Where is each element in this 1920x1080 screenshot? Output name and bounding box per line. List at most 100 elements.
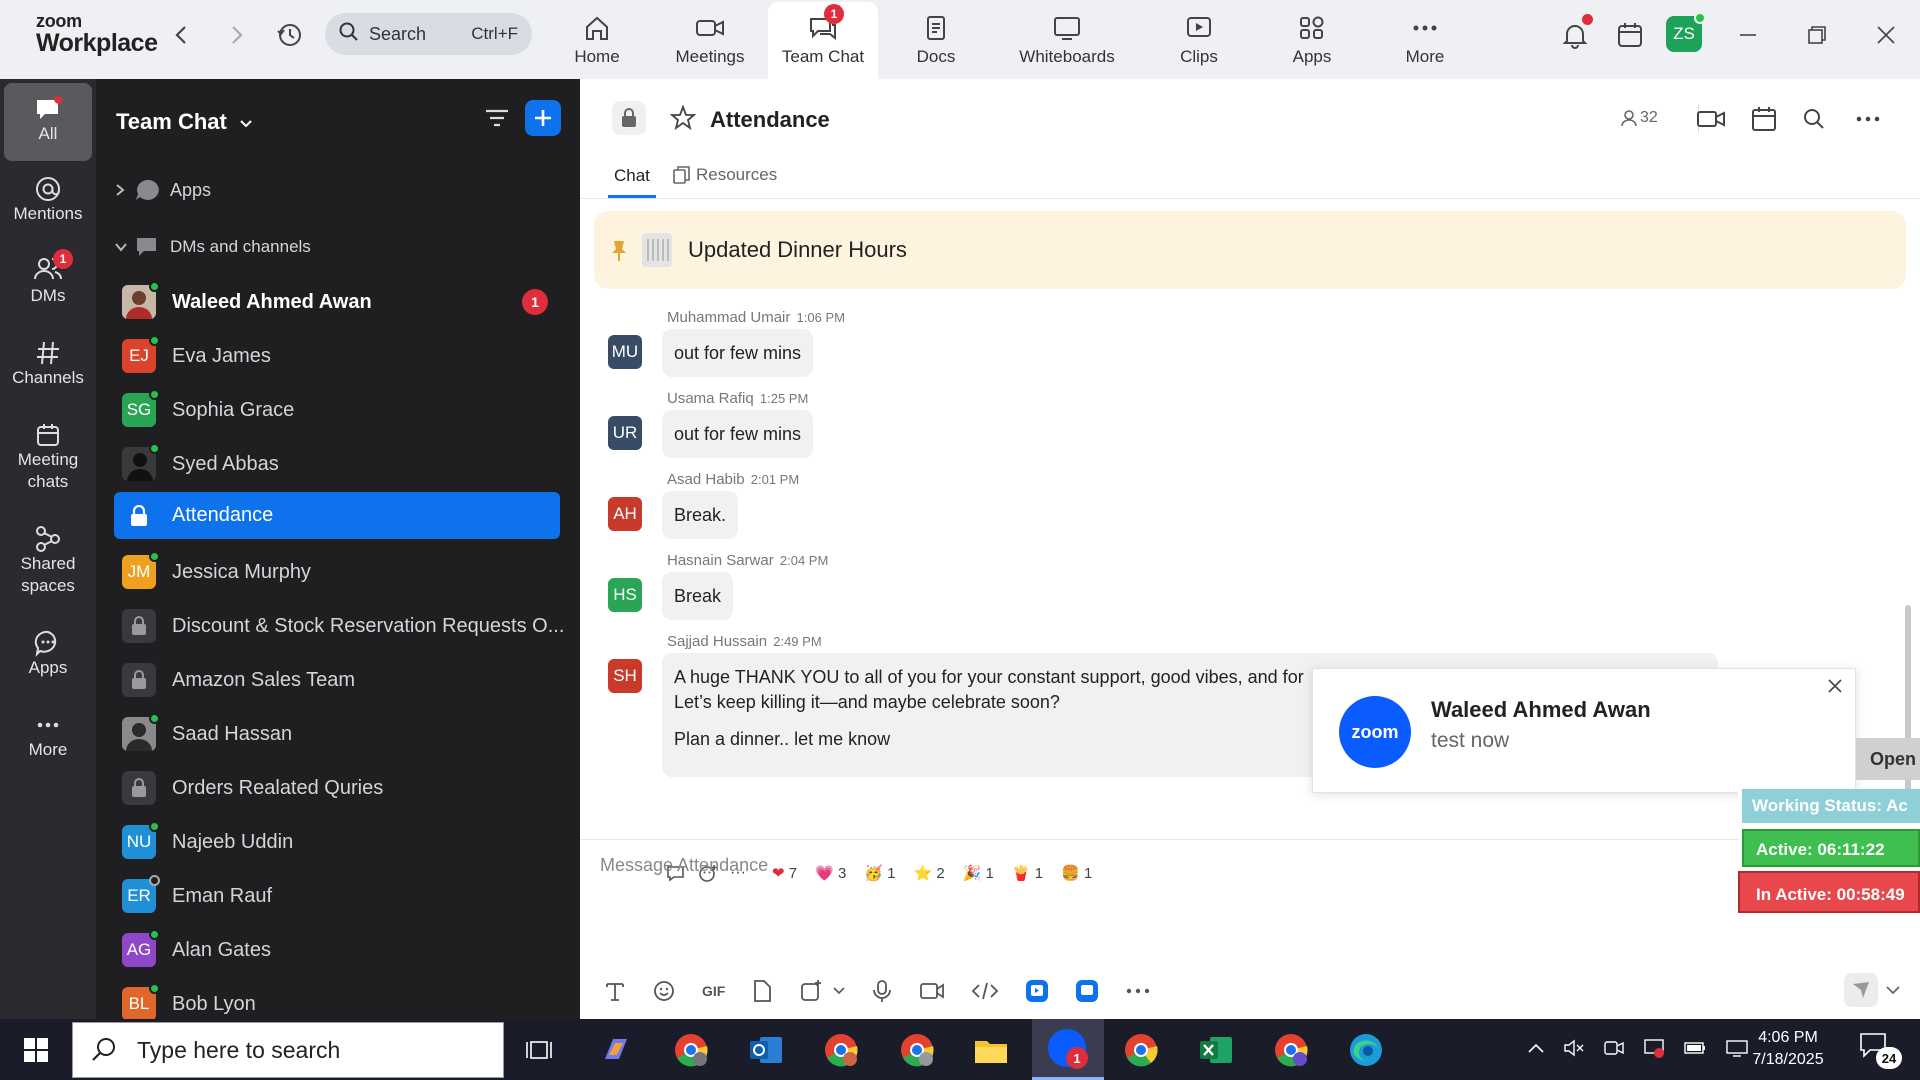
nav-home[interactable]: Home [542, 0, 652, 79]
nav-apps[interactable]: Apps [1257, 0, 1367, 79]
emoji-icon[interactable] [652, 979, 676, 1003]
sidebar-title[interactable]: Team Chat [116, 109, 253, 135]
copilot-icon[interactable] [595, 1029, 637, 1071]
conversation-item[interactable]: AG Alan Gates [114, 927, 560, 973]
search-channel-icon[interactable] [1802, 107, 1826, 136]
gif-icon[interactable]: GIF [702, 983, 725, 999]
rail-all[interactable]: All [4, 83, 92, 161]
taskbar-search-input[interactable]: Type here to search [72, 1022, 504, 1078]
tab-chat[interactable]: Chat [614, 166, 650, 186]
close-notification-icon[interactable] [1827, 678, 1843, 694]
message-bubble[interactable]: out for few mins [662, 329, 814, 377]
message-bubble[interactable]: out for few mins [662, 410, 814, 458]
volume-muted-icon[interactable] [1563, 1038, 1585, 1058]
calendar-top-icon[interactable] [1615, 20, 1645, 50]
nav-clips[interactable]: Clips [1144, 0, 1254, 79]
notification-toast[interactable]: zoom Waleed Ahmed Awan test now [1312, 668, 1856, 793]
conversation-item[interactable]: ER Eman Rauf [114, 873, 560, 919]
windows-start-icon[interactable] [15, 1029, 57, 1071]
message-bubble[interactable]: Break [662, 572, 734, 620]
conversation-item[interactable]: NU Najeeb Uddin [114, 819, 560, 865]
rail-meeting-chats[interactable]: Meeting chats [0, 421, 96, 493]
star-icon[interactable] [669, 104, 697, 136]
new-chat-button[interactable] [525, 100, 561, 136]
microphone-icon[interactable] [871, 979, 893, 1003]
conversation-item[interactable]: Saad Hassan [114, 711, 560, 757]
sender-name[interactable]: Hasnain Sarwar [667, 552, 774, 569]
display-alert-icon[interactable] [1643, 1037, 1665, 1059]
nav-meetings[interactable]: Meetings [655, 0, 765, 79]
battery-icon[interactable] [1683, 1039, 1707, 1057]
excel-icon[interactable] [1195, 1029, 1237, 1071]
sender-name[interactable]: Sajjad Hussain [667, 633, 767, 650]
channel-more-icon[interactable] [1854, 107, 1882, 136]
restore-icon[interactable] [1802, 20, 1832, 50]
nav-docs[interactable]: Docs [881, 0, 991, 79]
chrome-profile-icon[interactable] [670, 1029, 712, 1071]
conversation-item[interactable]: SG Sophia Grace [114, 387, 560, 433]
filter-icon[interactable] [484, 107, 510, 136]
sender-name[interactable]: Asad Habib [667, 471, 745, 488]
video-message-icon[interactable] [919, 980, 945, 1002]
attach-file-icon[interactable] [751, 979, 773, 1003]
bell-icon[interactable] [1560, 14, 1593, 50]
action-center-icon[interactable]: 24 [1858, 1031, 1902, 1071]
outlook-icon[interactable] [745, 1029, 787, 1071]
conversation-item[interactable]: Discount & Stock Reservation Requests O.… [114, 603, 564, 649]
video-call-icon[interactable] [1696, 107, 1726, 136]
task-view-icon[interactable] [518, 1029, 560, 1071]
scrollbar-thumb[interactable] [1905, 605, 1911, 815]
open-widget-button[interactable]: Open [1856, 738, 1920, 780]
zoom-taskbar-app[interactable]: 1 [1032, 1019, 1104, 1080]
format-text-icon[interactable] [604, 980, 626, 1002]
rail-apps[interactable]: Apps [0, 629, 96, 679]
search-input[interactable]: Search Ctrl+F [325, 13, 532, 55]
conversation-item[interactable]: EJ Eva James [114, 333, 560, 379]
channel-title[interactable]: Attendance [710, 107, 830, 133]
clips-app-icon[interactable] [1025, 979, 1049, 1003]
sender-name[interactable]: Muhammad Umair [667, 309, 790, 326]
message-input[interactable]: Message Attendance [600, 855, 1700, 945]
conversation-item[interactable]: Syed Abbas [114, 441, 560, 487]
chrome-profile-icon[interactable] [1270, 1029, 1312, 1071]
chat-app-icon[interactable] [1075, 979, 1099, 1003]
chrome-profile-icon[interactable] [820, 1029, 862, 1071]
minimize-icon[interactable] [1733, 20, 1763, 50]
edge-icon[interactable] [1345, 1029, 1387, 1071]
conversation-item-selected[interactable]: Attendance [114, 492, 560, 539]
file-explorer-icon[interactable] [970, 1029, 1012, 1071]
member-count-button[interactable]: 32 [1620, 109, 1658, 127]
user-avatar[interactable]: ZS [1666, 12, 1706, 52]
meet-now-icon[interactable] [1603, 1038, 1625, 1058]
screenshot-button[interactable] [799, 979, 845, 1003]
conversation-item[interactable]: JM Jessica Murphy [114, 549, 560, 595]
rail-dms[interactable]: 1 DMs [0, 249, 96, 307]
schedule-meeting-icon[interactable] [1750, 105, 1778, 138]
nav-team-chat[interactable]: Team Chat 1 [768, 2, 878, 79]
conversation-item[interactable]: Waleed Ahmed Awan 1 [114, 279, 560, 325]
chrome-icon[interactable] [1120, 1029, 1162, 1071]
close-icon[interactable] [1871, 20, 1901, 50]
sidebar-apps-section[interactable]: Apps [114, 167, 560, 213]
rail-mentions[interactable]: Mentions [0, 175, 96, 225]
send-button[interactable] [1844, 973, 1878, 1007]
more-dots-icon[interactable] [1125, 979, 1151, 1003]
history-icon[interactable] [275, 20, 305, 50]
conversation-item[interactable]: Orders Realated Quries [114, 765, 560, 811]
rail-shared-spaces[interactable]: Shared spaces [0, 525, 96, 597]
taskbar-clock[interactable]: 4:06 PM 7/18/2025 [1740, 1027, 1836, 1071]
chevron-up-icon[interactable] [1527, 1042, 1545, 1054]
pinned-message-banner[interactable]: Updated Dinner Hours [594, 211, 1906, 289]
conversation-item[interactable]: Amazon Sales Team [114, 657, 560, 703]
chevron-down-icon[interactable] [1886, 985, 1900, 995]
code-snippet-icon[interactable] [971, 980, 999, 1002]
forward-arrow-icon[interactable] [222, 20, 252, 50]
sidebar-dms-channels-section[interactable]: DMs and channels [114, 224, 560, 270]
back-arrow-icon[interactable] [166, 20, 196, 50]
rail-more[interactable]: More [0, 711, 96, 761]
nav-whiteboards[interactable]: Whiteboards [1012, 0, 1122, 79]
nav-more[interactable]: More [1370, 0, 1480, 79]
sender-name[interactable]: Usama Rafiq [667, 390, 754, 407]
rail-channels[interactable]: Channels [0, 339, 96, 389]
tab-resources[interactable]: Resources [672, 165, 777, 185]
